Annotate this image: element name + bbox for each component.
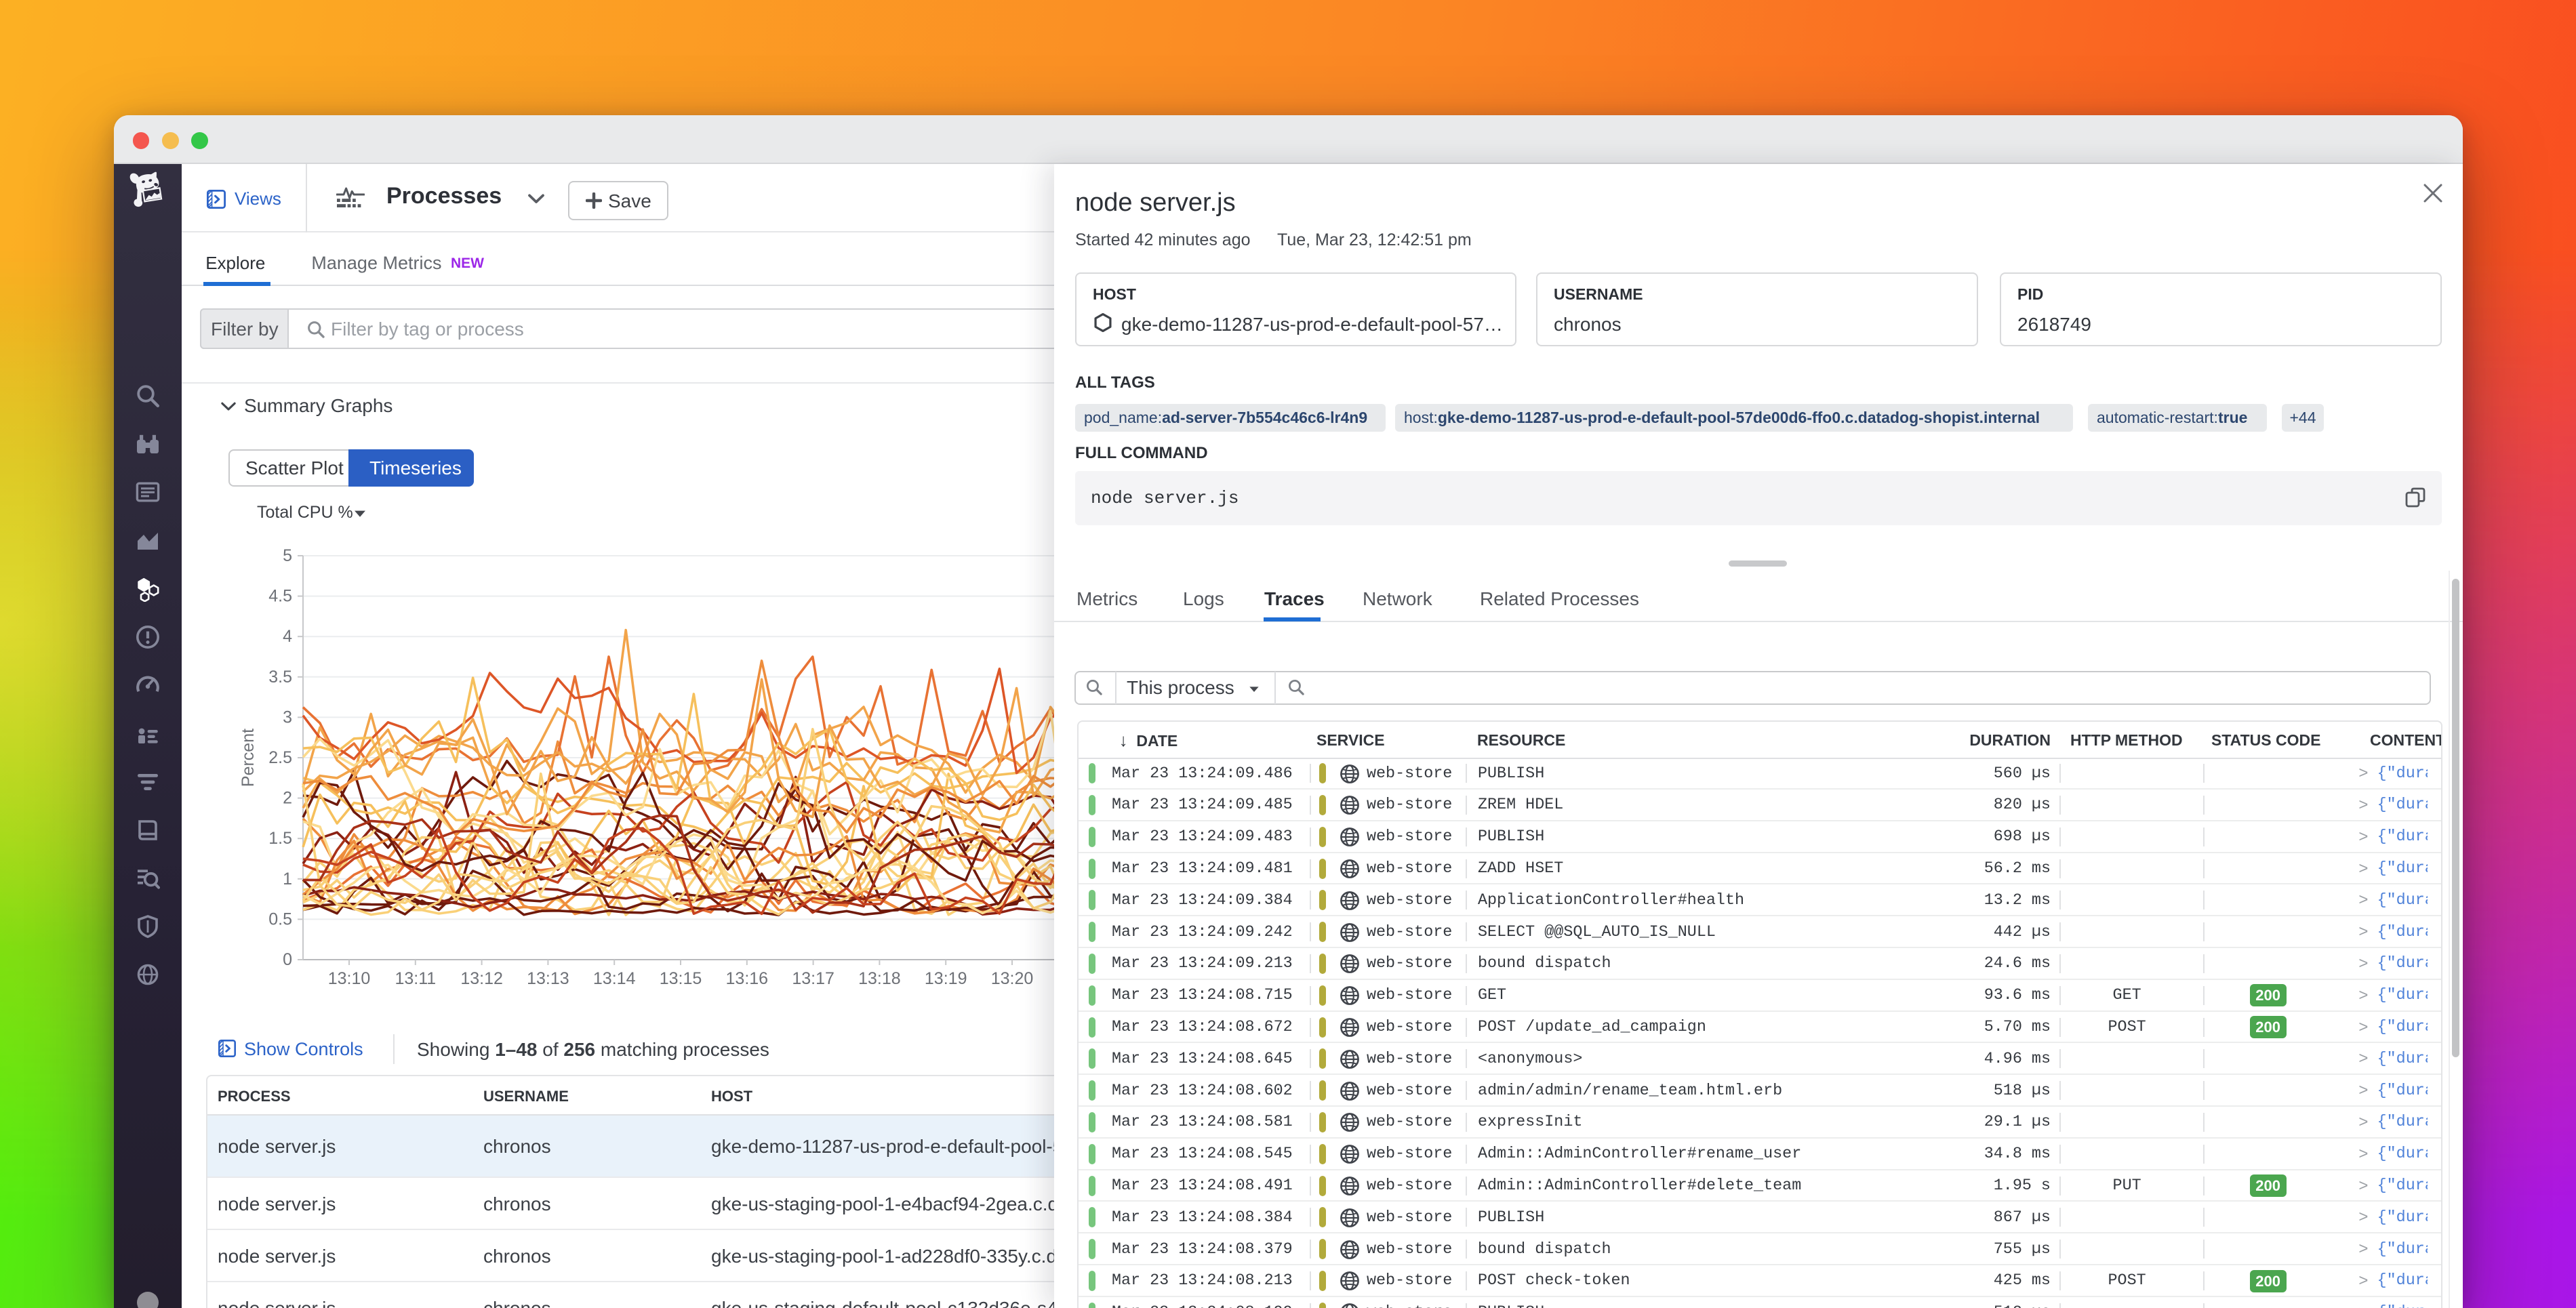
svg-text:2: 2	[283, 789, 292, 808]
svg-text:5: 5	[283, 546, 292, 565]
svg-text:0: 0	[283, 950, 292, 969]
svg-text:3.5: 3.5	[268, 668, 292, 687]
svg-text:13:17: 13:17	[792, 969, 834, 988]
svg-text:1: 1	[283, 870, 292, 888]
svg-text:1.5: 1.5	[268, 829, 292, 848]
svg-text:3: 3	[283, 708, 292, 727]
svg-text:13:13: 13:13	[527, 969, 569, 988]
svg-text:13:10: 13:10	[328, 969, 371, 988]
svg-text:13:19: 13:19	[925, 969, 967, 988]
svg-text:4.5: 4.5	[268, 587, 292, 606]
svg-text:13:18: 13:18	[858, 969, 901, 988]
svg-text:13:14: 13:14	[593, 969, 636, 988]
svg-text:13:20: 13:20	[991, 969, 1034, 988]
svg-text:0.5: 0.5	[268, 910, 292, 928]
svg-text:Percent: Percent	[239, 729, 258, 787]
svg-text:13:16: 13:16	[726, 969, 769, 988]
svg-text:13:15: 13:15	[660, 969, 702, 988]
svg-text:13:11: 13:11	[395, 969, 436, 988]
svg-text:4: 4	[283, 627, 292, 646]
svg-text:13:12: 13:12	[460, 969, 503, 988]
svg-text:2.5: 2.5	[268, 748, 292, 767]
